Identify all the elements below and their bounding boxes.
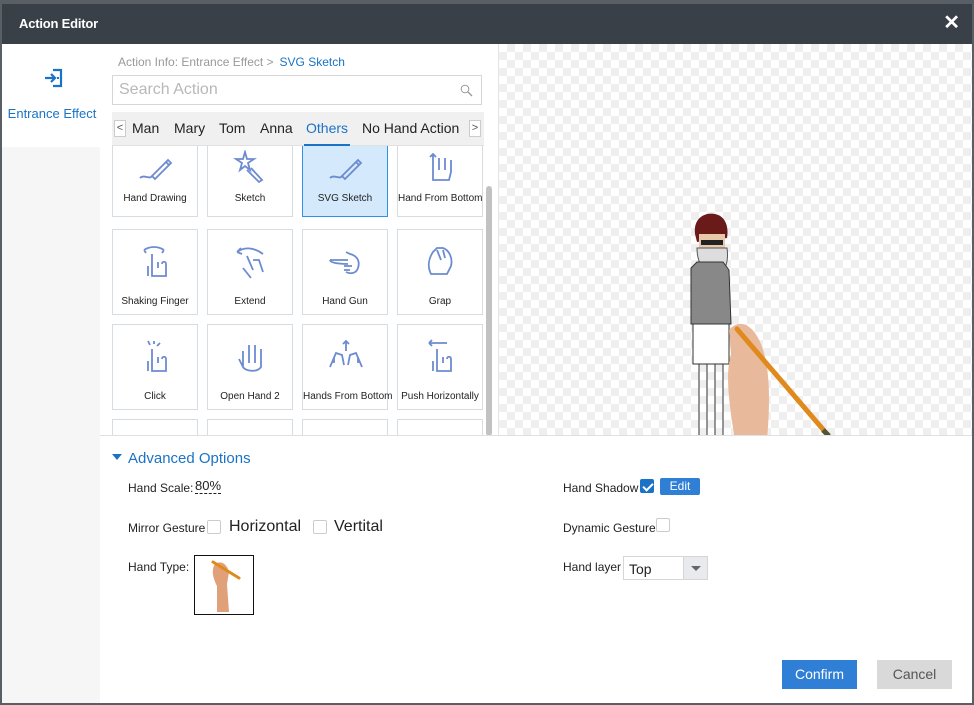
two-hands-icon: [329, 339, 363, 368]
action-grid: Hand Drawing Sketch SVG Sketch Hand From…: [112, 146, 484, 435]
action-card-grap[interactable]: Grap: [397, 229, 483, 315]
action-label: Push Horizontally: [401, 391, 479, 402]
hand-scale-value[interactable]: 80%: [195, 479, 222, 494]
search-input[interactable]: [119, 79, 449, 101]
shaking-finger-icon: [143, 246, 167, 277]
action-editor-dialog: Action Editor ✕ Entrance Effect Action I…: [2, 4, 972, 703]
hand-layer-label: Hand layer: [563, 560, 622, 574]
tab-others[interactable]: Others: [303, 120, 351, 146]
action-card-push-horizontally[interactable]: Push Horizontally: [397, 324, 483, 410]
dynamic-gesture-checkbox[interactable]: [656, 518, 670, 532]
action-card-partial[interactable]: [207, 419, 293, 435]
hand-up-icon: [429, 152, 452, 181]
push-finger-icon: [428, 339, 452, 372]
chevron-down-icon[interactable]: [683, 557, 707, 579]
star-pencil-icon: [233, 150, 264, 184]
pencil-draw-icon: [139, 158, 173, 181]
tab-anna[interactable]: Anna: [260, 120, 293, 146]
extend-hand-icon: [236, 247, 264, 279]
action-card-svg-sketch[interactable]: SVG Sketch: [302, 146, 388, 217]
edit-shadow-button[interactable]: Edit: [660, 478, 700, 495]
action-card-hand-from-bottom[interactable]: Hand From Bottom: [397, 146, 483, 217]
section-divider: [100, 435, 972, 436]
sidebar: Entrance Effect: [2, 44, 100, 703]
action-card-hand-drawing[interactable]: Hand Drawing: [112, 146, 198, 217]
search-box: [112, 75, 482, 105]
sidebar-item-entrance-effect[interactable]: Entrance Effect: [2, 44, 100, 144]
mirror-vertical-checkbox[interactable]: [313, 520, 327, 534]
hand-holding-pencil-icon: [211, 560, 241, 612]
character-tabs: < Man Mary Tom Anna Others No Hand Actio…: [112, 112, 484, 146]
advanced-options-title: Advanced Options: [128, 450, 251, 467]
open-hand-icon: [238, 345, 262, 372]
action-label: Sketch: [234, 193, 266, 204]
title-bar: Action Editor ✕: [2, 4, 972, 44]
action-card-hands-from-bottom[interactable]: Hands From Bottom: [302, 324, 393, 410]
chevron-left-icon[interactable]: <: [114, 120, 126, 137]
hand-shadow-checkbox[interactable]: [640, 479, 654, 493]
action-card-partial[interactable]: [302, 419, 388, 435]
action-label: Click: [144, 391, 166, 402]
confirm-button[interactable]: Confirm: [782, 660, 857, 689]
action-card-partial[interactable]: [112, 419, 198, 435]
hand-layer-select[interactable]: Top: [623, 556, 708, 580]
cancel-button[interactable]: Cancel: [877, 660, 952, 689]
action-label: Hand Drawing: [123, 193, 187, 204]
action-card-open-hand-2[interactable]: Open Hand 2: [207, 324, 293, 410]
mirror-horizontal-label: Horizontal: [229, 518, 302, 535]
action-label: Hand From Bottom: [398, 193, 483, 204]
mirror-gesture-label: Mirror Gesture: [128, 521, 206, 535]
mirror-vertical-label: Vertital: [334, 518, 383, 535]
breadcrumb: Action Info: Entrance Effect > SVG Sketch: [118, 55, 345, 69]
caret-down-icon: [112, 454, 122, 460]
close-icon[interactable]: ✕: [943, 12, 960, 34]
hand-scale-label: Hand Scale:: [128, 481, 194, 495]
action-card-hand-gun[interactable]: Hand Gun: [302, 229, 388, 315]
preview-canvas: [499, 44, 972, 436]
tab-mary[interactable]: Mary: [174, 120, 205, 146]
action-card-shaking-finger[interactable]: Shaking Finger: [112, 229, 198, 315]
breadcrumb-prefix: Action Info: Entrance Effect >: [118, 55, 274, 69]
sidebar-item-label: Entrance Effect: [7, 106, 97, 121]
preview-character-illustration: [690, 213, 831, 436]
pencil-draw-icon: [329, 158, 363, 181]
tab-man[interactable]: Man: [132, 120, 159, 146]
hand-gun-icon: [329, 251, 360, 275]
hand-shadow-label: Hand Shadow: [563, 481, 639, 495]
action-grid-scrollbar[interactable]: [486, 186, 492, 436]
hand-type-thumbnail[interactable]: [194, 555, 254, 615]
chevron-right-icon[interactable]: >: [469, 120, 481, 137]
action-label: Hand Gun: [322, 296, 368, 307]
action-card-extend[interactable]: Extend: [207, 229, 293, 315]
action-label: Grap: [428, 296, 452, 307]
action-card-click[interactable]: Click: [112, 324, 198, 410]
dynamic-gesture-label: Dynamic Gesture: [563, 521, 656, 535]
grab-hand-icon: [427, 247, 453, 275]
hand-type-label: Hand Type:: [128, 560, 190, 574]
tab-no-hand-action[interactable]: No Hand Action: [362, 120, 459, 146]
sidebar-empty-area: [2, 147, 100, 703]
click-finger-icon: [147, 340, 167, 372]
action-label: Open Hand 2: [220, 391, 280, 402]
enter-icon: [45, 68, 63, 88]
action-label: Hands From Bottom: [303, 391, 393, 402]
action-card-sketch[interactable]: Sketch: [207, 146, 293, 217]
action-label: Extend: [234, 296, 266, 307]
advanced-options-toggle[interactable]: Advanced Options: [112, 450, 251, 467]
breadcrumb-current: SVG Sketch: [279, 55, 345, 69]
action-label: Shaking Finger: [121, 296, 189, 307]
dialog-title: Action Editor: [19, 16, 99, 31]
action-label: SVG Sketch: [317, 193, 373, 204]
action-card-partial[interactable]: [397, 419, 483, 435]
search-icon[interactable]: [460, 84, 473, 97]
mirror-horizontal-checkbox[interactable]: [207, 520, 221, 534]
hand-layer-value: Top: [629, 561, 652, 577]
tab-tom[interactable]: Tom: [219, 120, 245, 146]
